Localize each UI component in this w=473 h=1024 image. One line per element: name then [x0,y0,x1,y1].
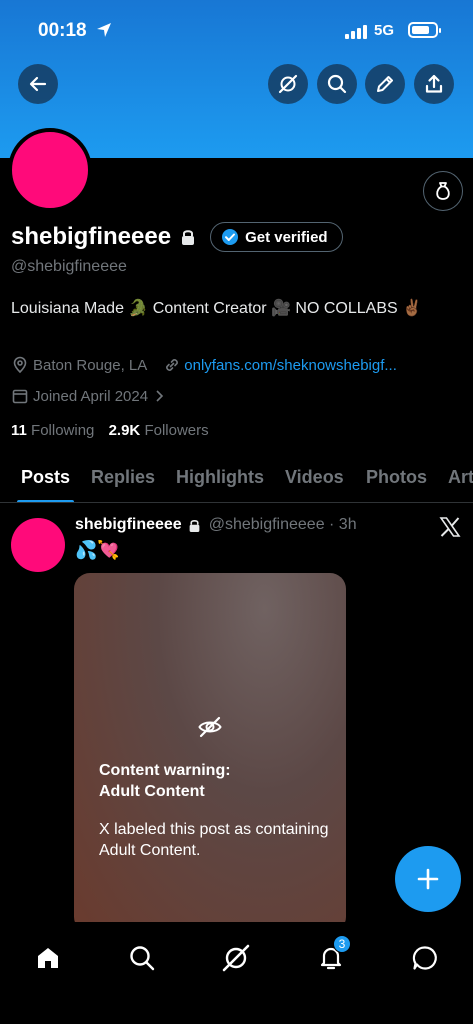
tab-highlights[interactable]: Highlights [176,467,264,488]
edit-icon [377,76,393,92]
nav-notifications[interactable]: 3 [311,935,351,978]
tab-replies[interactable]: Replies [91,467,155,488]
tab-videos[interactable]: Videos [285,467,344,488]
nav-home[interactable] [28,938,68,978]
profile-handle: @shebigfineeee [11,258,127,275]
network-type: 5G [374,22,395,39]
x-logo-icon[interactable] [438,515,462,539]
share-icon [425,74,443,93]
profile-link[interactable]: onlyfans.com/sheknowshebigf... [184,357,397,374]
signal-icon [345,24,367,39]
search-icon [327,74,347,94]
status-time: 00:18 [38,20,87,41]
calendar-icon [12,389,28,404]
battery-icon [408,22,441,38]
back-button[interactable] [18,64,58,104]
profile-tabs: Posts Replies Highlights Videos Photos A… [0,456,473,503]
grok-icon [222,944,250,972]
grok-icon [278,74,298,94]
tab-posts[interactable]: Posts [21,467,70,488]
notification-badge: 3 [333,935,351,953]
tab-articles[interactable]: Art [448,467,473,488]
tab-photos[interactable]: Photos [366,467,427,488]
post-avatar[interactable] [11,518,65,572]
content-warning-text: X labeled this post as containing Adult … [99,821,329,859]
nav-messages[interactable] [405,938,445,978]
plus-icon [417,868,439,890]
profile-joined: Joined April 2024 [33,387,149,405]
post-handle-time: @shebigfineeee · 3h [208,516,357,533]
get-verified-button[interactable]: Get verified [210,222,343,252]
profile-avatar[interactable] [8,128,92,212]
content-warning-title: Content warning: Adult Content [99,762,231,800]
post-media-sensitive[interactable]: Content warning: Adult Content X labeled… [74,573,346,933]
follow-stats: 11 Following 2.9K Followers [11,422,209,439]
post-header: shebigfineeee @shebigfineeee · 3h [75,516,357,534]
edit-button[interactable] [365,64,405,104]
home-icon [38,948,58,968]
lock-icon [182,230,195,245]
status-bar: 00:18 5G [0,0,473,62]
message-icon [412,946,437,970]
display-name: shebigfineeee [11,223,172,250]
location-arrow-icon [97,23,111,37]
share-button[interactable] [414,64,454,104]
get-verified-label: Get verified [245,228,328,246]
verified-badge-icon [222,229,239,245]
tip-button[interactable] [423,171,463,211]
profile-location: Baton Rouge, LA [33,356,148,374]
followers-link[interactable]: 2.9K Followers [109,422,209,439]
nav-grok[interactable] [216,938,256,978]
eye-off-icon [198,716,222,738]
compose-post-button[interactable] [395,846,461,912]
active-tab-indicator [17,500,74,502]
chevron-right-icon [156,390,164,402]
profile-joined-row[interactable]: Joined April 2024 [11,387,164,405]
following-link[interactable]: 11 Following [11,422,94,439]
search-button[interactable] [317,64,357,104]
profile-name-row: shebigfineeee Get verified [11,222,343,252]
lock-icon [189,519,200,532]
profile-bio: Louisiana Made 🐊 Content Creator 🎥 NO CO… [11,300,423,317]
link-icon [166,359,179,371]
post-text: 💦💘 [75,540,120,560]
bottom-navigation: 3 [0,922,473,1024]
grok-button[interactable] [268,64,308,104]
back-arrow-icon [29,76,47,92]
profile-meta-location-link: Baton Rouge, LA onlyfans.com/sheknowsheb… [11,356,397,374]
search-icon [130,946,155,971]
post-author-name[interactable]: shebigfineeee [75,516,182,534]
nav-search[interactable] [122,938,162,978]
location-icon [13,356,27,374]
money-bag-icon [436,182,450,200]
